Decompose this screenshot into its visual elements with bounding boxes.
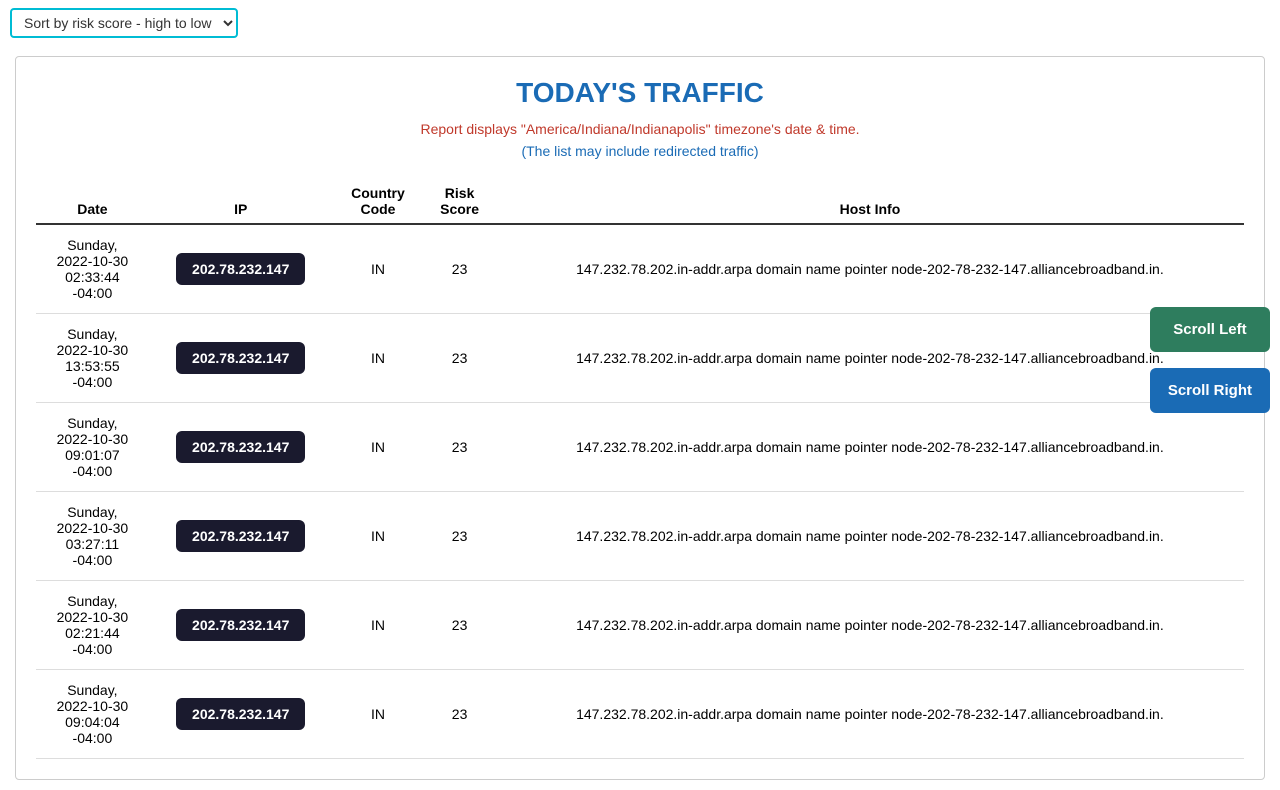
cell-date: Sunday,2022-10-3003:27:11-04:00 bbox=[36, 492, 149, 581]
page-title: TODAY'S TRAFFIC bbox=[36, 77, 1244, 109]
cell-host: 147.232.78.202.in-addr.arpa domain name … bbox=[496, 224, 1244, 314]
scroll-right-button[interactable]: Scroll Right bbox=[1150, 368, 1270, 413]
scroll-left-button[interactable]: Scroll Left bbox=[1150, 307, 1270, 352]
table-row: Sunday,2022-10-3002:33:44-04:00 202.78.23… bbox=[36, 224, 1244, 314]
cell-ip: 202.78.232.147 bbox=[149, 581, 333, 670]
cell-ip: 202.78.232.147 bbox=[149, 314, 333, 403]
cell-risk: 23 bbox=[423, 403, 496, 492]
col-country: CountryCode bbox=[333, 179, 424, 224]
table-row: Sunday,2022-10-3003:27:11-04:00 202.78.23… bbox=[36, 492, 1244, 581]
col-risk: RiskScore bbox=[423, 179, 496, 224]
subtitle: Report displays "America/Indiana/Indiana… bbox=[36, 121, 1244, 137]
cell-host: 147.232.78.202.in-addr.arpa domain name … bbox=[496, 581, 1244, 670]
table-row: Sunday,2022-10-3009:04:04-04:00 202.78.23… bbox=[36, 670, 1244, 759]
cell-risk: 23 bbox=[423, 581, 496, 670]
cell-host: 147.232.78.202.in-addr.arpa domain name … bbox=[496, 670, 1244, 759]
ip-badge: 202.78.232.147 bbox=[176, 520, 305, 552]
cell-host: 147.232.78.202.in-addr.arpa domain name … bbox=[496, 403, 1244, 492]
cell-risk: 23 bbox=[423, 670, 496, 759]
cell-risk: 23 bbox=[423, 314, 496, 403]
table-row: Sunday,2022-10-3013:53:55-04:00 202.78.23… bbox=[36, 314, 1244, 403]
col-date: Date bbox=[36, 179, 149, 224]
cell-country: IN bbox=[333, 670, 424, 759]
ip-badge: 202.78.232.147 bbox=[176, 342, 305, 374]
table-row: Sunday,2022-10-3009:01:07-04:00 202.78.23… bbox=[36, 403, 1244, 492]
table-header-row: Date IP CountryCode RiskScore Host Info bbox=[36, 179, 1244, 224]
cell-date: Sunday,2022-10-3013:53:55-04:00 bbox=[36, 314, 149, 403]
cell-host: 147.232.78.202.in-addr.arpa domain name … bbox=[496, 492, 1244, 581]
sort-select[interactable]: Sort by risk score - high to low Sort by… bbox=[10, 8, 238, 38]
ip-badge: 202.78.232.147 bbox=[176, 698, 305, 730]
cell-country: IN bbox=[333, 492, 424, 581]
main-container: TODAY'S TRAFFIC Report displays "America… bbox=[15, 56, 1265, 780]
cell-country: IN bbox=[333, 224, 424, 314]
cell-risk: 23 bbox=[423, 224, 496, 314]
ip-badge: 202.78.232.147 bbox=[176, 253, 305, 285]
top-bar: Sort by risk score - high to low Sort by… bbox=[0, 0, 1280, 46]
cell-ip: 202.78.232.147 bbox=[149, 670, 333, 759]
cell-ip: 202.78.232.147 bbox=[149, 492, 333, 581]
col-host: Host Info bbox=[496, 179, 1244, 224]
scroll-buttons: Scroll Left Scroll Right bbox=[1150, 307, 1270, 413]
cell-country: IN bbox=[333, 581, 424, 670]
cell-date: Sunday,2022-10-3009:01:07-04:00 bbox=[36, 403, 149, 492]
col-ip: IP bbox=[149, 179, 333, 224]
cell-date: Sunday,2022-10-3009:04:04-04:00 bbox=[36, 670, 149, 759]
cell-ip: 202.78.232.147 bbox=[149, 403, 333, 492]
table-row: Sunday,2022-10-3002:21:44-04:00 202.78.23… bbox=[36, 581, 1244, 670]
traffic-table: Date IP CountryCode RiskScore Host Info … bbox=[36, 179, 1244, 759]
cell-ip: 202.78.232.147 bbox=[149, 224, 333, 314]
cell-country: IN bbox=[333, 314, 424, 403]
ip-badge: 202.78.232.147 bbox=[176, 609, 305, 641]
cell-date: Sunday,2022-10-3002:21:44-04:00 bbox=[36, 581, 149, 670]
subtitle2: (The list may include redirected traffic… bbox=[36, 143, 1244, 159]
cell-country: IN bbox=[333, 403, 424, 492]
cell-risk: 23 bbox=[423, 492, 496, 581]
ip-badge: 202.78.232.147 bbox=[176, 431, 305, 463]
cell-date: Sunday,2022-10-3002:33:44-04:00 bbox=[36, 224, 149, 314]
cell-host: 147.232.78.202.in-addr.arpa domain name … bbox=[496, 314, 1244, 403]
